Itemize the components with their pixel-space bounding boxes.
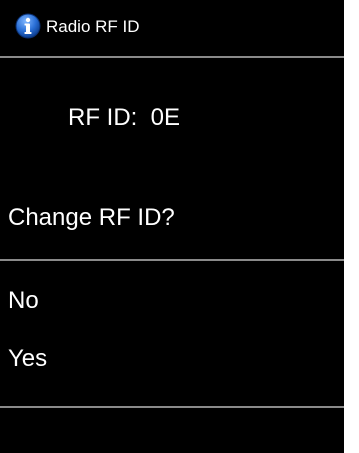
option-no[interactable]: No	[0, 279, 344, 323]
rfid-readout: RF ID: 0E	[68, 104, 180, 132]
title-divider	[0, 56, 344, 58]
change-rfid-question: Change RF ID?	[8, 204, 175, 231]
rfid-label: RF ID:	[68, 104, 138, 131]
option-yes[interactable]: Yes	[0, 337, 344, 381]
screen-title: Radio RF ID	[46, 17, 140, 36]
info-icon	[15, 13, 41, 39]
rfid-value: 0E	[150, 104, 181, 131]
title-bar: Radio RF ID	[0, 0, 344, 57]
question-divider	[0, 259, 344, 261]
device-screen: Radio RF ID RF ID: 0E Change RF ID? No Y…	[0, 0, 344, 453]
bottom-divider	[0, 406, 344, 408]
screen-bezel	[344, 0, 359, 453]
